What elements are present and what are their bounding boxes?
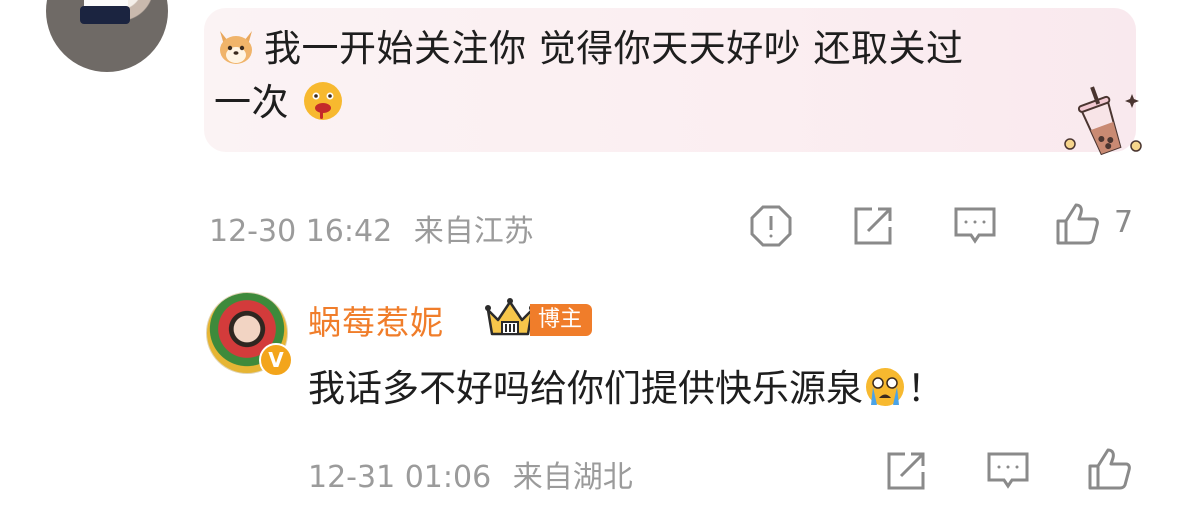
commenter-avatar[interactable]: [46, 0, 168, 72]
comment-bubble: 我一开始关注你 觉得你天天好吵 还取关过 一次: [204, 8, 1142, 156]
reply-like-icon[interactable]: [1086, 446, 1132, 492]
crying-face-emoji: [863, 365, 907, 409]
bubble-tea-sticker-icon: [1058, 86, 1146, 166]
reply-comment-icon[interactable]: [985, 448, 1031, 494]
comment-timestamp: 12-30 16:42: [209, 214, 393, 249]
comment-text-line2: 一次: [214, 81, 289, 124]
comment-text: 我一开始关注你 觉得你天天好吵 还取关过 一次: [214, 22, 1094, 130]
reply-text-suffix: ！: [907, 367, 944, 410]
like-icon[interactable]: [1054, 201, 1100, 247]
crown-icon: [484, 296, 536, 340]
share-icon[interactable]: [850, 203, 896, 249]
blogger-badge: 博主: [530, 304, 593, 336]
comment-meta: 12-30 16:42 来自江苏: [209, 206, 534, 250]
report-icon[interactable]: [748, 203, 794, 249]
drooling-face-emoji: [301, 79, 345, 123]
reply-location: 来自湖北: [512, 460, 633, 495]
comment-text-line1: 我一开始关注你 觉得你天天好吵 还取关过: [264, 27, 964, 70]
verified-badge-icon: V: [259, 343, 293, 377]
reply-text-body: 我话多不好吗给你们提供快乐源泉: [308, 367, 863, 410]
shiba-dog-emoji: [214, 25, 258, 69]
reply-meta: 12-31 01:06 来自湖北: [308, 452, 633, 496]
like-count: 7: [1114, 205, 1134, 240]
comment-location: 来自江苏: [413, 214, 534, 249]
reply-text: 我话多不好吗给你们提供快乐源泉 ！: [308, 362, 944, 416]
reply-username[interactable]: 蜗莓惹妮: [308, 296, 444, 344]
comment-icon[interactable]: [952, 203, 998, 249]
reply-timestamp: 12-31 01:06: [308, 460, 492, 495]
reply-share-icon[interactable]: [883, 448, 929, 494]
avatar-figure-skirt: [80, 6, 130, 24]
